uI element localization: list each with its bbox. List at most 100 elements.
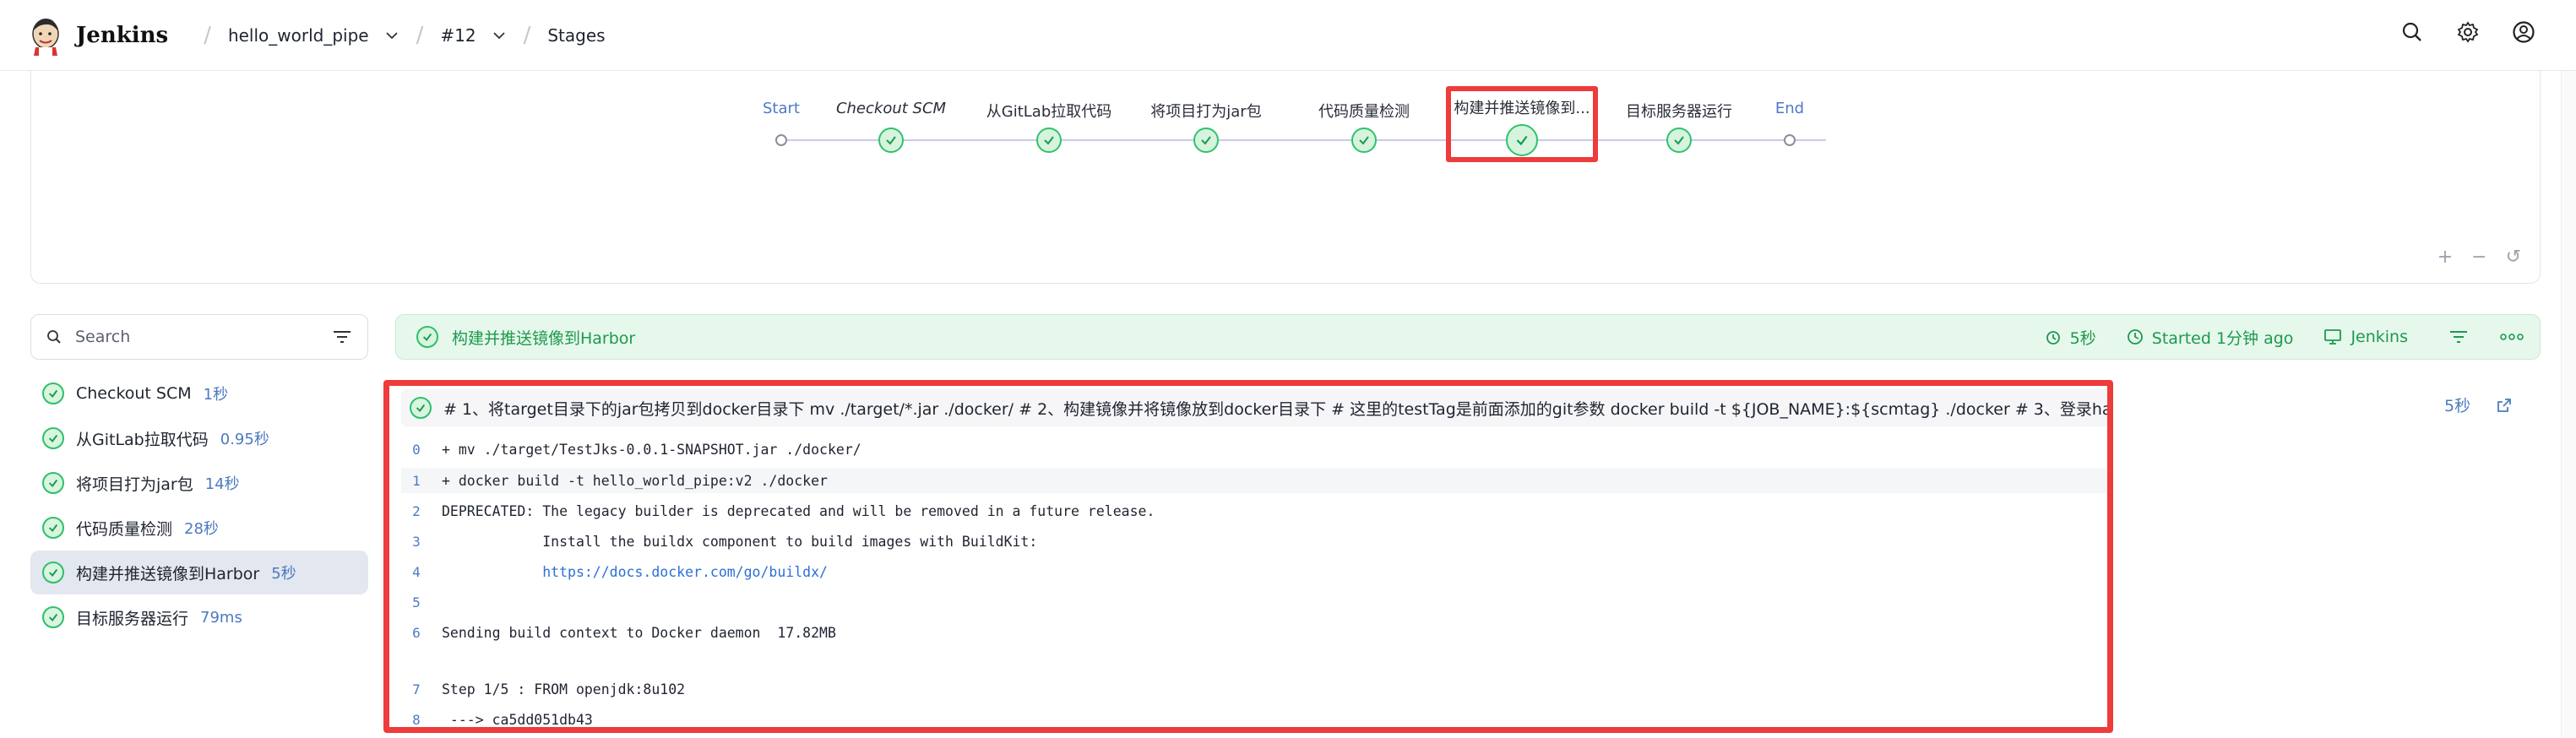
log-line: 1 + docker build -t hello_world_pipe:v2 .… bbox=[401, 468, 2107, 493]
computer-icon bbox=[2324, 329, 2342, 345]
page-scrollbar[interactable] bbox=[2561, 71, 2576, 738]
graph-zoom-controls: + − ↺ bbox=[2437, 247, 2521, 268]
log-line-text: ---> ca5dd051db43 bbox=[442, 711, 593, 728]
sidebar-item-duration: 5秒 bbox=[271, 565, 296, 583]
clock-icon bbox=[2127, 329, 2143, 345]
log-line-number[interactable]: 0 bbox=[401, 442, 432, 458]
breadcrumb-build-label[interactable]: #12 bbox=[440, 25, 476, 46]
jenkins-logo-icon[interactable] bbox=[29, 15, 62, 56]
chevron-down-icon[interactable] bbox=[384, 28, 399, 43]
stage-duration-value: 5秒 bbox=[2069, 328, 2096, 348]
breadcrumb-stages[interactable]: Stages bbox=[547, 25, 605, 46]
sidebar-item-label: 构建并推送镜像到Harbor bbox=[76, 564, 260, 583]
stage-started: Started 1分钟 ago bbox=[2127, 326, 2294, 349]
stage-label-quality[interactable]: 代码质量检测 bbox=[1318, 100, 1410, 122]
search-icon bbox=[47, 330, 61, 344]
check-icon bbox=[1044, 136, 1054, 145]
success-icon bbox=[416, 326, 438, 348]
step-header[interactable]: # 1、将target目录下的jar包拷贝到docker目录下 mv ./tar… bbox=[401, 389, 2107, 426]
stage-meta: 5秒 Started 1分钟 ago Jenkins bbox=[2045, 315, 2524, 359]
search-placeholder[interactable]: Search bbox=[75, 328, 332, 346]
search-icon[interactable] bbox=[2400, 20, 2424, 44]
breadcrumb-separator: / bbox=[204, 22, 211, 48]
log-line: 0 + mv ./target/TestJks-0.0.1-SNAPSHOT.ja… bbox=[401, 437, 861, 462]
stage-node-jar[interactable] bbox=[1193, 128, 1219, 153]
success-icon bbox=[410, 397, 432, 419]
success-icon bbox=[42, 517, 64, 539]
log-line-number[interactable]: 4 bbox=[401, 564, 432, 580]
check-icon bbox=[1674, 136, 1684, 145]
filter-icon[interactable] bbox=[332, 328, 352, 345]
filter-icon[interactable] bbox=[2448, 328, 2469, 345]
sidebar-item-gitlab[interactable]: 从GitLab拉取代码 0.95秒 bbox=[30, 416, 368, 460]
stage-label-end: End bbox=[1774, 100, 1805, 117]
stage-label-checkout[interactable]: Checkout SCM bbox=[836, 100, 946, 117]
open-external-icon[interactable] bbox=[2496, 397, 2513, 414]
stage-label-gitlab[interactable]: 从GitLab拉取代码 bbox=[986, 100, 1112, 122]
stage-graph-panel: Start Checkout SCM 从GitLab拉取代码 将项目打为jar包… bbox=[30, 71, 2541, 284]
check-icon bbox=[886, 136, 896, 145]
breadcrumb-job[interactable]: hello_world_pipe bbox=[228, 25, 399, 46]
log-line-number[interactable]: 6 bbox=[401, 625, 432, 641]
sidebar-item-duration: 0.95秒 bbox=[220, 431, 269, 448]
zoom-in-button[interactable]: + bbox=[2437, 247, 2453, 268]
stage-started-value: Started 1分钟 ago bbox=[2151, 328, 2294, 348]
log-line-number[interactable]: 3 bbox=[401, 534, 432, 550]
stage-node-checkout[interactable] bbox=[878, 128, 904, 153]
log-line-number[interactable]: 2 bbox=[401, 503, 432, 519]
chevron-down-icon[interactable] bbox=[492, 28, 507, 43]
stage-search-input[interactable]: Search bbox=[30, 314, 368, 360]
brand-title[interactable]: Jenkins bbox=[76, 23, 168, 48]
stage-label-deploy[interactable]: 目标服务器运行 bbox=[1626, 100, 1732, 122]
user-icon[interactable] bbox=[2512, 20, 2535, 44]
zoom-reset-button[interactable]: ↺ bbox=[2506, 247, 2521, 268]
sidebar-item-duration: 14秒 bbox=[204, 475, 240, 493]
header-actions bbox=[2400, 20, 2535, 44]
breadcrumb-job-label[interactable]: hello_world_pipe bbox=[228, 25, 369, 46]
sidebar-item-deploy[interactable]: 目标服务器运行 79ms bbox=[30, 595, 368, 639]
success-icon bbox=[42, 472, 64, 494]
breadcrumb-separator: / bbox=[416, 22, 424, 48]
sidebar-item-harbor[interactable]: 构建并推送镜像到Harbor 5秒 bbox=[30, 551, 368, 594]
log-line: 4 https://docs.docker.com/go/buildx/ bbox=[401, 559, 828, 584]
stage-title: 构建并推送镜像到Harbor bbox=[452, 328, 636, 348]
sidebar-item-checkout-scm[interactable]: Checkout SCM 1秒 bbox=[30, 372, 368, 415]
timer-icon bbox=[2046, 331, 2060, 345]
breadcrumb-build[interactable]: #12 bbox=[440, 25, 506, 46]
log-line-text: Install the buildx component to build im… bbox=[442, 533, 1038, 550]
stage-label-jar[interactable]: 将项目打为jar包 bbox=[1150, 100, 1261, 122]
success-icon bbox=[42, 427, 64, 449]
stage-agent[interactable]: Jenkins bbox=[2323, 328, 2408, 346]
docs-link[interactable]: https://docs.docker.com/go/buildx/ bbox=[442, 564, 828, 580]
log-line-text: DEPRECATED: The legacy builder is deprec… bbox=[442, 502, 1155, 519]
check-icon bbox=[1201, 136, 1211, 145]
log-line: 7 Step 1/5 : FROM openjdk:8u102 bbox=[401, 676, 685, 702]
log-line-text: + mv ./target/TestJks-0.0.1-SNAPSHOT.jar… bbox=[442, 441, 861, 458]
success-icon bbox=[42, 606, 64, 628]
stage-node-gitlab[interactable] bbox=[1036, 128, 1062, 153]
log-line-number[interactable]: 5 bbox=[401, 594, 432, 610]
more-options-icon[interactable] bbox=[2499, 328, 2524, 345]
success-icon bbox=[42, 383, 64, 404]
breadcrumb-stages-label[interactable]: Stages bbox=[547, 25, 605, 46]
log-line: 3 Install the buildx component to build … bbox=[401, 529, 1037, 554]
stage-agent-value[interactable]: Jenkins bbox=[2350, 328, 2408, 346]
sidebar-item-label: Checkout SCM bbox=[76, 384, 192, 403]
stage-list: Checkout SCM 1秒 从GitLab拉取代码 0.95秒 将项目打为j… bbox=[30, 372, 368, 640]
log-line-number[interactable]: 8 bbox=[401, 712, 432, 728]
gear-icon[interactable] bbox=[2456, 20, 2480, 44]
stage-node-deploy[interactable] bbox=[1666, 128, 1692, 153]
sidebar-item-quality[interactable]: 代码质量检测 28秒 bbox=[30, 506, 368, 550]
zoom-out-button[interactable]: − bbox=[2471, 247, 2486, 268]
sidebar-item-duration: 28秒 bbox=[184, 520, 219, 538]
stage-node-quality[interactable] bbox=[1351, 128, 1377, 153]
sidebar-item-jar[interactable]: 将项目打为jar包 14秒 bbox=[30, 461, 368, 505]
sidebar-item-label: 从GitLab拉取代码 bbox=[76, 430, 209, 449]
breadcrumb-separator: / bbox=[523, 22, 531, 48]
step-duration: 5秒 bbox=[2444, 397, 2471, 415]
log-line-number[interactable]: 7 bbox=[401, 681, 432, 697]
log-line-number[interactable]: 1 bbox=[401, 473, 432, 489]
step-meta: 5秒 bbox=[2444, 393, 2513, 416]
success-icon bbox=[42, 562, 64, 583]
log-line: 8 ---> ca5dd051db43 bbox=[401, 707, 593, 728]
